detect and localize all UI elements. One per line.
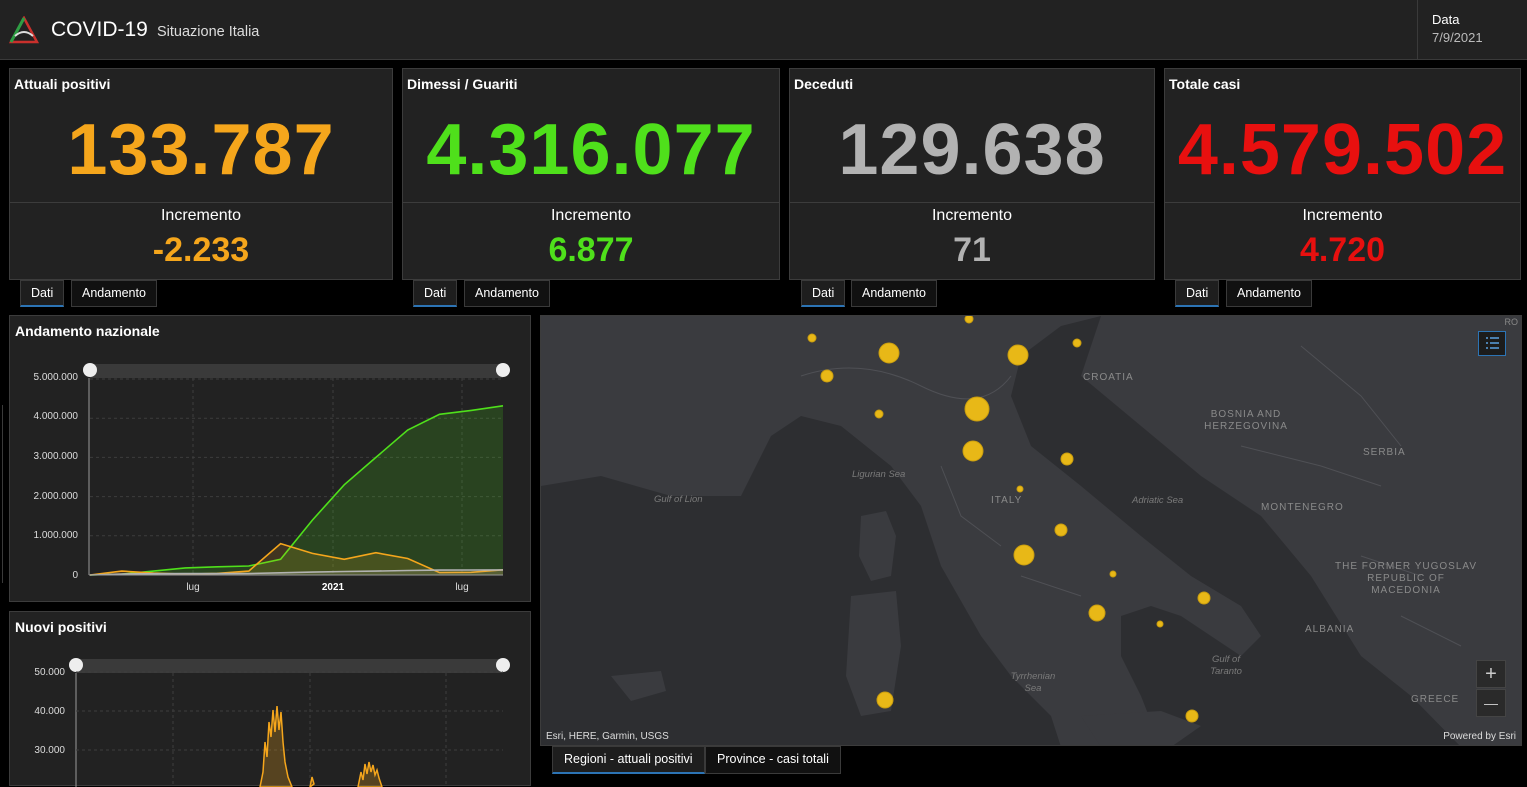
- card-title: Totale casi: [1169, 76, 1241, 92]
- bubble-region[interactable]: [876, 691, 894, 709]
- andamento-chart: 5.000.000 4.000.000 3.000.000 2.000.000 …: [34, 363, 510, 593]
- map-view[interactable]: CROATIA BOSNIA AND HERZEGOVINA SERBIA MO…: [540, 315, 1522, 746]
- card-divider: [1165, 202, 1520, 203]
- card-title: Deceduti: [794, 76, 854, 92]
- x-tick-label: 2021: [322, 582, 345, 593]
- bubble-region[interactable]: [1013, 544, 1035, 566]
- card-title: Dimessi / Guariti: [407, 76, 518, 92]
- y-tick-label: 50.000: [34, 667, 65, 678]
- logo-icon: [9, 16, 39, 44]
- bubble-region[interactable]: [964, 316, 974, 324]
- tab-andamento-attuali[interactable]: Andamento: [71, 280, 157, 307]
- card-totale-casi: Totale casi 4.579.502 Incremento 4.720: [1164, 68, 1521, 280]
- date-box: Data 7/9/2021: [1417, 0, 1527, 60]
- y-tick-label: 3.000.000: [34, 451, 79, 462]
- y-tick-label: 40.000: [34, 706, 65, 717]
- bubble-region[interactable]: [1072, 338, 1082, 348]
- card-value: 129.638: [838, 110, 1106, 190]
- bubble-region[interactable]: [820, 369, 834, 383]
- y-tick-label: 30.000: [34, 745, 65, 756]
- y-tick-label: 1.000.000: [34, 530, 79, 541]
- card-attuali-positivi: Attuali positivi 133.787 Incremento -2.2…: [9, 68, 393, 280]
- bubble-region[interactable]: [964, 396, 990, 422]
- app-header: COVID-19 Situazione Italia Data 7/9/2021: [0, 0, 1527, 60]
- range-slider-track[interactable]: [90, 364, 503, 378]
- range-slider-handle-left[interactable]: [83, 363, 97, 377]
- card-divider: [790, 202, 1154, 203]
- bubble-region[interactable]: [874, 409, 884, 419]
- y-tick-label: 5.000.000: [34, 372, 79, 383]
- date-label: Data: [1432, 12, 1460, 27]
- bubble-region[interactable]: [1109, 570, 1117, 578]
- series-nuovi-positivi-small: [309, 776, 315, 787]
- bubble-region[interactable]: [1197, 591, 1211, 605]
- card-inc-label: Incremento: [550, 207, 632, 224]
- tab-dati-attuali[interactable]: Dati: [20, 280, 65, 307]
- card-increment: 4.720: [1299, 231, 1386, 269]
- x-tick-label: lug: [186, 582, 199, 593]
- series-nuovi-positivi-peak2: [357, 761, 383, 787]
- list-icon: [1486, 337, 1499, 349]
- card-increment: -2.233: [152, 231, 250, 269]
- card-value: 4.579.502: [1177, 110, 1508, 190]
- app-title: COVID-19: [51, 18, 148, 41]
- card-deceduti: Deceduti 129.638 Incremento 71: [789, 68, 1155, 280]
- range-slider-track[interactable]: [76, 659, 503, 673]
- bubble-region[interactable]: [807, 333, 817, 343]
- range-slider-handle-right[interactable]: [496, 658, 510, 672]
- range-slider-handle-right[interactable]: [496, 363, 510, 377]
- card-increment: 6.877: [548, 231, 634, 269]
- y-tick-label: 4.000.000: [34, 411, 79, 422]
- bubble-region[interactable]: [962, 440, 984, 462]
- tab-province-casi-totali[interactable]: Province - casi totali: [705, 746, 841, 774]
- card-divider: [403, 202, 779, 203]
- date-value: 7/9/2021: [1432, 30, 1483, 45]
- tab-dati-deceduti[interactable]: Dati: [801, 280, 846, 307]
- card-title: Attuali positivi: [14, 76, 111, 92]
- card-value: 133.787: [67, 110, 335, 190]
- bubble-region[interactable]: [1185, 709, 1199, 723]
- x-tick-label: lug: [455, 582, 468, 593]
- bubble-region[interactable]: [878, 342, 900, 364]
- card-inc-label: Incremento: [1302, 207, 1383, 224]
- tab-andamento-deceduti[interactable]: Andamento: [851, 280, 937, 307]
- nuovi-positivi-chart: 50.000 40.000 30.000: [34, 658, 510, 787]
- legend-button[interactable]: [1478, 331, 1506, 356]
- bubble-region[interactable]: [1054, 523, 1068, 537]
- card-increment: 71: [953, 231, 991, 269]
- map-bubbles: [807, 316, 1211, 723]
- series-nuovi-positivi-peak1: [259, 705, 293, 787]
- zoom-out-button[interactable]: —: [1476, 689, 1506, 717]
- map-attribution[interactable]: Esri, HERE, Garmin, USGS: [546, 731, 669, 742]
- bubble-region[interactable]: [1016, 485, 1024, 493]
- app-subtitle: Situazione Italia: [157, 24, 260, 40]
- bubble-region[interactable]: [1007, 344, 1029, 366]
- map-powered-by[interactable]: Powered by Esri: [1443, 731, 1516, 742]
- bubble-region[interactable]: [1088, 604, 1106, 622]
- tab-andamento-totale[interactable]: Andamento: [1226, 280, 1312, 307]
- side-divider: [0, 405, 3, 583]
- card-value: 4.316.077: [426, 110, 756, 190]
- y-tick-label: 2.000.000: [34, 491, 79, 502]
- panel-andamento-nazionale: Andamento nazionale 5.000.000 4.000.000 …: [9, 315, 531, 602]
- bubble-region[interactable]: [1156, 620, 1164, 628]
- tab-dati-guariti[interactable]: Dati: [413, 280, 458, 307]
- zoom-in-button[interactable]: +: [1476, 660, 1506, 688]
- bubble-region[interactable]: [1060, 452, 1074, 466]
- range-slider-handle-left[interactable]: [69, 658, 83, 672]
- tab-andamento-guariti[interactable]: Andamento: [464, 280, 550, 307]
- tab-regioni-attuali-positivi[interactable]: Regioni - attuali positivi: [552, 746, 705, 774]
- tab-dati-totale[interactable]: Dati: [1175, 280, 1220, 307]
- card-divider: [10, 202, 392, 203]
- y-tick-label: 0: [72, 570, 78, 581]
- card-dimessi-guariti: Dimessi / Guariti 4.316.077 Incremento 6…: [402, 68, 780, 280]
- card-inc-label: Incremento: [931, 207, 1013, 224]
- card-inc-label: Incremento: [160, 207, 242, 224]
- panel-nuovi-positivi: Nuovi positivi 50.000 40.000 30.000: [9, 611, 531, 787]
